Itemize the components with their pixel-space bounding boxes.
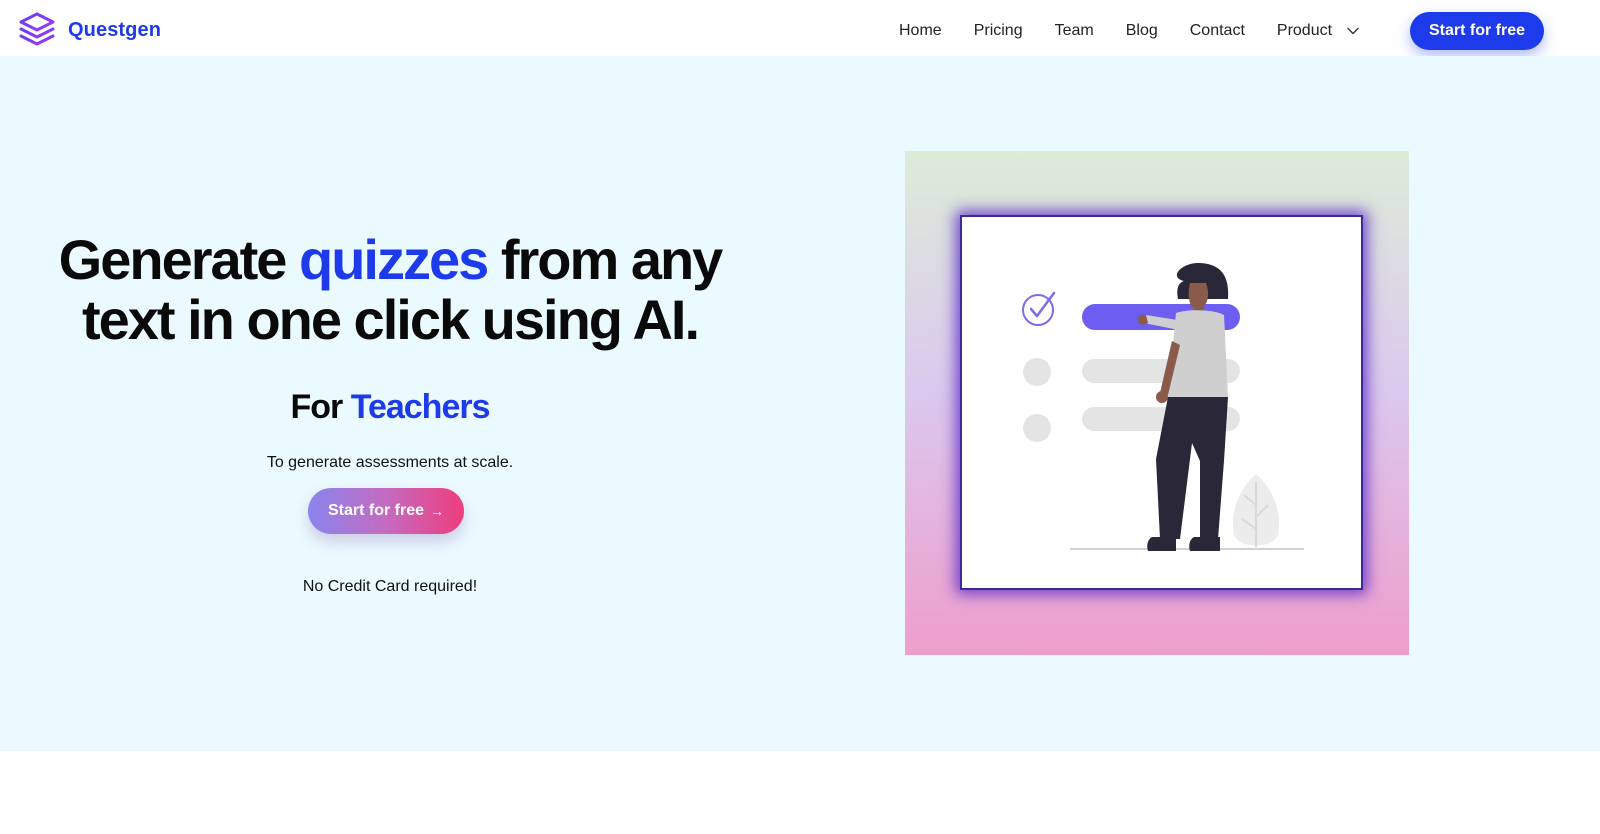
- nav-pricing[interactable]: Pricing: [974, 22, 1023, 40]
- nav-contact[interactable]: Contact: [1190, 22, 1245, 40]
- person-with-checklist-illustration: [1022, 263, 1304, 551]
- site-header: Questgen Home Pricing Team Blog Contact …: [0, 0, 1600, 56]
- arrow-right-icon: →: [430, 503, 445, 519]
- nav-blog[interactable]: Blog: [1126, 22, 1158, 40]
- hero-start-free-button[interactable]: Start for free →: [308, 488, 464, 534]
- plant-icon: [1232, 474, 1280, 547]
- hero-headline: Generate quizzes from any text in one cl…: [40, 230, 740, 350]
- nav-home[interactable]: Home: [899, 22, 942, 40]
- nav-product-label: Product: [1276, 22, 1333, 39]
- headline-part1: Generate: [58, 228, 299, 291]
- start-free-button[interactable]: Start for free: [1410, 12, 1544, 50]
- hero-subheading: For Teachers: [40, 388, 740, 427]
- nav-product-dropdown[interactable]: Product: [1277, 22, 1360, 40]
- checklist-dot: [1023, 358, 1051, 386]
- stacked-layers-icon: [19, 12, 55, 46]
- checklist-dot: [1023, 414, 1051, 442]
- subheading-prefix: For: [290, 388, 351, 426]
- no-credit-card-note: No Credit Card required!: [302, 578, 478, 595]
- hero-cta-label: Start for free: [327, 502, 425, 519]
- hero-section: Generate quizzes from any text in one cl…: [0, 56, 1600, 751]
- illustration-background: [905, 151, 1409, 655]
- brand-name: Questgen: [68, 18, 162, 41]
- check-circle-icon: [1022, 291, 1056, 326]
- nav-team[interactable]: Team: [1055, 22, 1094, 40]
- hero-tagline: To generate assessments at scale.: [266, 454, 514, 471]
- illustration-card: [960, 215, 1363, 590]
- headline-accent: quizzes: [299, 228, 489, 291]
- main-nav: Home Pricing Team Blog Contact Product: [899, 0, 1360, 62]
- logo[interactable]: Questgen: [18, 11, 161, 49]
- subheading-accent: Teachers: [350, 388, 491, 426]
- chevron-down-icon: [1347, 27, 1359, 35]
